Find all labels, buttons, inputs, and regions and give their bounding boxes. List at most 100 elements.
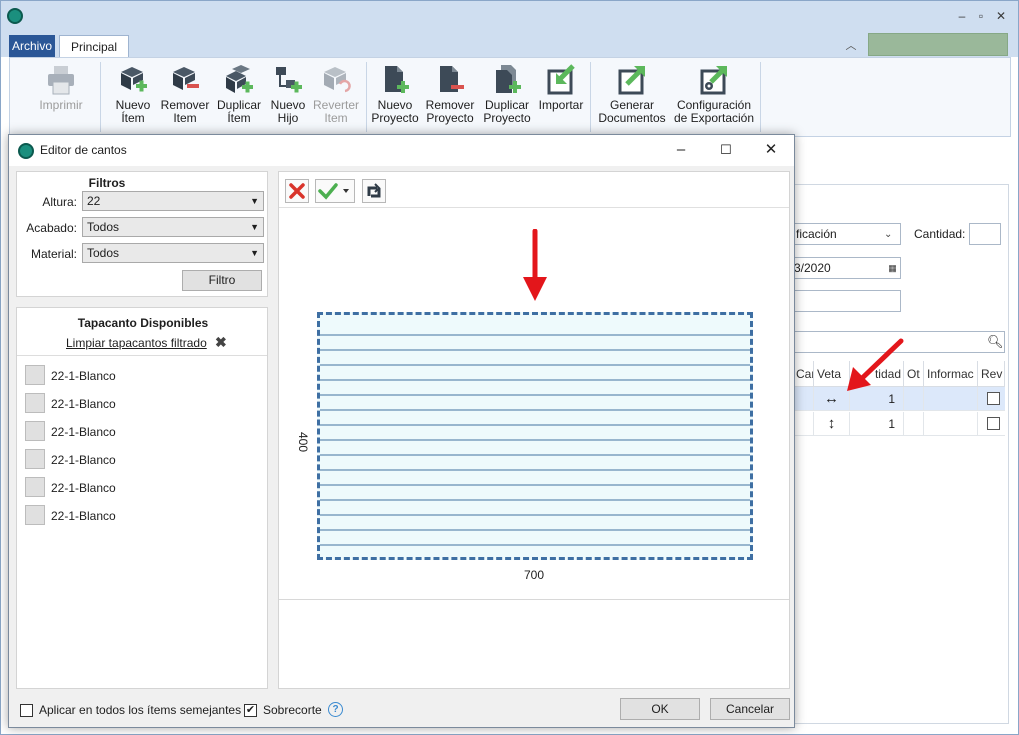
grid-cell: [924, 412, 978, 436]
altura-label: Altura:: [42, 195, 77, 209]
apply-edges-dropdown-button[interactable]: [315, 179, 355, 203]
rev-checkbox[interactable]: [987, 392, 1000, 405]
edge-list-item[interactable]: 22-1-Blanco: [25, 449, 255, 471]
edge-list-item[interactable]: 22-1-Blanco: [25, 421, 255, 443]
chevron-down-icon[interactable]: ⌄: [884, 229, 892, 240]
annotation-arrow-icon: [847, 338, 904, 391]
edge-swatch: [25, 505, 45, 525]
remove-project-label-2: Proyecto: [426, 111, 474, 125]
column-header-rev[interactable]: Rev: [978, 361, 1005, 387]
dropdown-arrow-icon: ▼: [250, 196, 259, 206]
material-label: Material:: [30, 247, 77, 261]
export-config-label-2: de Exportación: [673, 111, 755, 125]
rev-checkbox[interactable]: [987, 417, 1000, 430]
cantidad-cell: 1: [850, 412, 904, 436]
import-icon: [546, 64, 576, 96]
table-row[interactable]: ↕ 1: [793, 412, 1005, 436]
collapse-ribbon-icon[interactable]: ︿: [844, 37, 858, 52]
duplicate-project-label-2: Proyecto: [483, 111, 531, 125]
search-icon[interactable]: 🔍︎: [987, 334, 1004, 350]
new-item-button[interactable]: Nuevo Ítem: [108, 64, 158, 132]
grain-vertical-icon[interactable]: ↕: [814, 412, 850, 436]
ribbon-tabs: Archivo Principal ︿: [1, 31, 1018, 58]
available-edges-title: Tapacanto Disponibles: [77, 316, 209, 330]
restore-icon[interactable]: ▫: [974, 9, 988, 23]
divider: [279, 599, 789, 600]
column-header-informacion[interactable]: Informac: [924, 361, 978, 387]
rotate-icon: [367, 183, 381, 198]
piece-shape[interactable]: [317, 312, 753, 560]
tab-archivo[interactable]: Archivo: [9, 35, 55, 57]
ok-button[interactable]: OK: [620, 698, 700, 720]
grid-cell: [793, 387, 814, 411]
new-child-icon: [273, 64, 303, 96]
cantidad-input[interactable]: [969, 223, 1001, 245]
calendar-icon[interactable]: ▦: [885, 258, 900, 278]
edge-list-item[interactable]: 22-1-Blanco: [25, 477, 255, 499]
export-config-button[interactable]: Configuración de Exportación: [672, 64, 756, 132]
new-project-button[interactable]: Nuevo Proyecto: [370, 64, 420, 132]
altura-select-value: 22: [87, 194, 101, 208]
acabado-select[interactable]: Todos ▼: [82, 217, 264, 237]
new-child-button[interactable]: Nuevo Hijo: [266, 64, 310, 132]
material-select[interactable]: Todos ▼: [82, 243, 264, 263]
clear-filter-icon[interactable]: ✖: [215, 334, 227, 351]
sobrecorte-label: Sobrecorte: [263, 703, 322, 717]
remove-edges-button[interactable]: [285, 179, 309, 203]
status-bar-indicator: [868, 33, 1008, 56]
revert-item-icon: [321, 64, 351, 96]
acabado-select-value: Todos: [87, 220, 120, 234]
rotate-button[interactable]: [362, 179, 386, 203]
close-icon[interactable]: ✕: [761, 141, 781, 161]
edge-list-item[interactable]: 22-1-Blanco: [25, 393, 255, 415]
ribbon-separator: [760, 62, 761, 132]
help-icon[interactable]: ?: [328, 702, 343, 717]
generate-documents-button[interactable]: Generar Documentos: [594, 64, 670, 132]
annotation-arrow-icon: [523, 229, 547, 301]
import-button[interactable]: Importar: [536, 64, 586, 132]
revert-item-button[interactable]: Reverter Item: [310, 64, 362, 132]
filter-button[interactable]: Filtro: [182, 270, 262, 291]
revert-item-label-2: Item: [324, 111, 348, 125]
generate-documents-label-2: Documentos: [598, 111, 666, 125]
edge-list-item[interactable]: 22-1-Blanco: [25, 505, 255, 527]
column-header[interactable]: Ot: [904, 361, 924, 387]
new-project-icon: [380, 64, 410, 96]
app-logo-icon: [18, 143, 34, 159]
app-logo-icon: [7, 8, 23, 24]
column-header[interactable]: Cant: [793, 361, 814, 387]
edge-label: 22-1-Blanco: [51, 509, 116, 523]
remove-item-button[interactable]: Remover Item: [158, 64, 212, 132]
remove-project-button[interactable]: Remover Proyecto: [424, 64, 476, 132]
minimize-icon[interactable]: ‒: [671, 141, 691, 161]
new-item-label-2: Ítem: [121, 111, 145, 125]
grid-cell: [904, 412, 924, 436]
minimize-icon[interactable]: ‒: [955, 9, 969, 23]
remove-item-icon: [170, 64, 200, 96]
duplicate-project-icon: [492, 64, 522, 96]
title-bar: ‒ ▫ ✕: [1, 1, 1018, 31]
divider: [17, 355, 267, 356]
sobrecorte-checkbox[interactable]: ✔: [244, 704, 257, 717]
print-button[interactable]: Imprimir: [30, 64, 92, 132]
text-field[interactable]: [793, 290, 901, 312]
cancel-button[interactable]: Cancelar: [710, 698, 790, 720]
apply-all-checkbox[interactable]: [20, 704, 33, 717]
altura-select[interactable]: 22 ▼: [82, 191, 264, 211]
grid-cell: [924, 387, 978, 411]
ribbon-separator: [100, 62, 101, 132]
available-edges-panel: Tapacanto Disponibles Limpiar tapacantos…: [16, 307, 268, 689]
duplicate-item-button[interactable]: Duplicar Ítem: [214, 64, 264, 132]
clear-filter-link[interactable]: Limpiar tapacantos filtrado: [66, 336, 207, 350]
close-icon[interactable]: ✕: [994, 9, 1008, 23]
edge-label: 22-1-Blanco: [51, 369, 116, 383]
grain-lines: [320, 334, 750, 546]
maximize-icon[interactable]: ☐: [716, 141, 736, 161]
width-dimension-label: 700: [524, 568, 545, 582]
import-label: Importar: [538, 98, 584, 112]
edge-list-item[interactable]: 22-1-Blanco: [25, 365, 255, 387]
duplicate-item-label-2: Ítem: [227, 111, 251, 125]
edge-label: 22-1-Blanco: [51, 397, 116, 411]
tab-principal[interactable]: Principal: [59, 35, 129, 58]
duplicate-project-button[interactable]: Duplicar Proyecto: [480, 64, 534, 132]
